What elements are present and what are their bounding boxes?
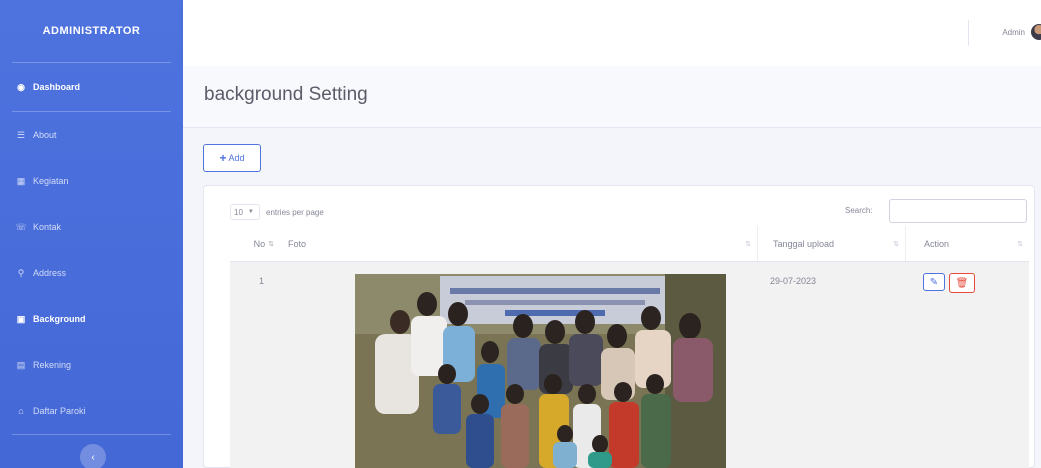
table-row: 1 29-07-2023 ✎ 🗑 bbox=[230, 262, 1029, 468]
table-header: No ⇅ Foto ⇅ Tanggal upload ⇅ Action ⇅ bbox=[230, 226, 1029, 262]
sort-icon: ⇅ bbox=[1017, 240, 1023, 248]
sidebar-toggle-button[interactable]: ‹ bbox=[80, 444, 106, 468]
entries-select[interactable]: 10 ▼ bbox=[230, 204, 260, 220]
sidebar-item-label: Kegiatan bbox=[33, 176, 69, 186]
cell-no: 1 bbox=[258, 276, 264, 286]
cell-tanggal: 29-07-2023 bbox=[770, 276, 817, 286]
add-button-label: Add bbox=[228, 153, 245, 163]
search-input[interactable] bbox=[889, 199, 1027, 223]
tachometer-icon: ◉ bbox=[17, 81, 25, 92]
entries-select-value: 10 bbox=[234, 207, 243, 217]
sidebar-item-dashboard[interactable]: ◉ Dashboard bbox=[0, 63, 183, 111]
sidebar-item-label: Background bbox=[33, 314, 86, 324]
trash-icon: 🗑 bbox=[955, 277, 969, 289]
page-title: background Setting bbox=[204, 84, 368, 105]
map-marker-icon: ⚲ bbox=[17, 267, 25, 278]
search-label: Search: bbox=[845, 206, 873, 215]
column-header-no[interactable]: No ⇅ bbox=[230, 226, 282, 261]
topbar: Admin bbox=[183, 0, 1041, 66]
sidebar-brand[interactable]: ADMINISTRATOR bbox=[0, 0, 183, 62]
sidebar-item-label: Kontak bbox=[33, 222, 62, 232]
add-button[interactable]: + Add bbox=[203, 144, 261, 172]
sort-icon: ⇅ bbox=[745, 240, 751, 248]
topbar-divider bbox=[968, 20, 969, 46]
sidebar-item-kontak[interactable]: ☏ Kontak bbox=[0, 204, 183, 250]
calendar-icon: ▦ bbox=[16, 175, 26, 186]
column-header-action[interactable]: Action ⇅ bbox=[905, 226, 1029, 261]
edit-button[interactable]: ✎ bbox=[923, 273, 945, 291]
column-header-tanggal[interactable]: Tanggal upload ⇅ bbox=[757, 226, 905, 261]
column-header-foto[interactable]: Foto ⇅ bbox=[282, 226, 757, 261]
image-icon: ▣ bbox=[16, 313, 26, 324]
sidebar-item-address[interactable]: ⚲ Address bbox=[0, 250, 183, 296]
entries-control: 10 ▼ entries per page bbox=[230, 204, 324, 220]
avatar[interactable] bbox=[1031, 24, 1041, 40]
sidebar: ADMINISTRATOR ◉ Dashboard ☰ About ▦ Kegi… bbox=[0, 0, 183, 468]
sidebar-item-label: Dashboard bbox=[33, 82, 81, 92]
sort-icon: ⇅ bbox=[268, 240, 274, 248]
church-icon: ⌂ bbox=[18, 406, 24, 416]
background-photo bbox=[355, 274, 726, 468]
plus-icon: + bbox=[219, 151, 227, 165]
caret-down-icon: ▼ bbox=[247, 209, 254, 215]
column-header-label: Foto bbox=[288, 238, 307, 249]
edit-icon: ✎ bbox=[929, 276, 939, 288]
delete-button[interactable]: 🗑 bbox=[949, 273, 975, 293]
sidebar-item-about[interactable]: ☰ About bbox=[0, 112, 183, 158]
sidebar-item-daftar-paroki[interactable]: ⌂ Daftar Paroki bbox=[0, 388, 183, 434]
list-icon: ☰ bbox=[16, 129, 26, 140]
sidebar-item-label: Daftar Paroki bbox=[33, 406, 86, 416]
sidebar-item-label: Address bbox=[33, 268, 67, 278]
page-header: background Setting bbox=[183, 66, 1041, 128]
sidebar-item-label: About bbox=[33, 130, 57, 140]
sidebar-item-label: Rekening bbox=[33, 360, 72, 370]
sort-icon: ⇅ bbox=[893, 240, 899, 248]
divider bbox=[12, 434, 171, 435]
column-header-label: No bbox=[253, 238, 266, 249]
user-name[interactable]: Admin bbox=[1002, 28, 1025, 37]
column-header-label: Tanggal upload bbox=[773, 238, 835, 249]
entries-label: entries per page bbox=[266, 207, 324, 217]
data-table: No ⇅ Foto ⇅ Tanggal upload ⇅ Action ⇅ 1 bbox=[230, 226, 1029, 468]
phone-icon: ☏ bbox=[15, 221, 27, 232]
sidebar-item-background[interactable]: ▣ Background bbox=[0, 296, 183, 342]
cell-foto bbox=[282, 262, 757, 468]
chevron-left-icon: ‹ bbox=[91, 451, 95, 463]
column-header-label: Action bbox=[924, 238, 950, 249]
bank-icon: ▤ bbox=[16, 359, 26, 370]
sidebar-item-rekening[interactable]: ▤ Rekening bbox=[0, 342, 183, 388]
cell-action: ✎ 🗑 bbox=[905, 262, 1029, 468]
sidebar-item-kegiatan[interactable]: ▦ Kegiatan bbox=[0, 158, 183, 204]
